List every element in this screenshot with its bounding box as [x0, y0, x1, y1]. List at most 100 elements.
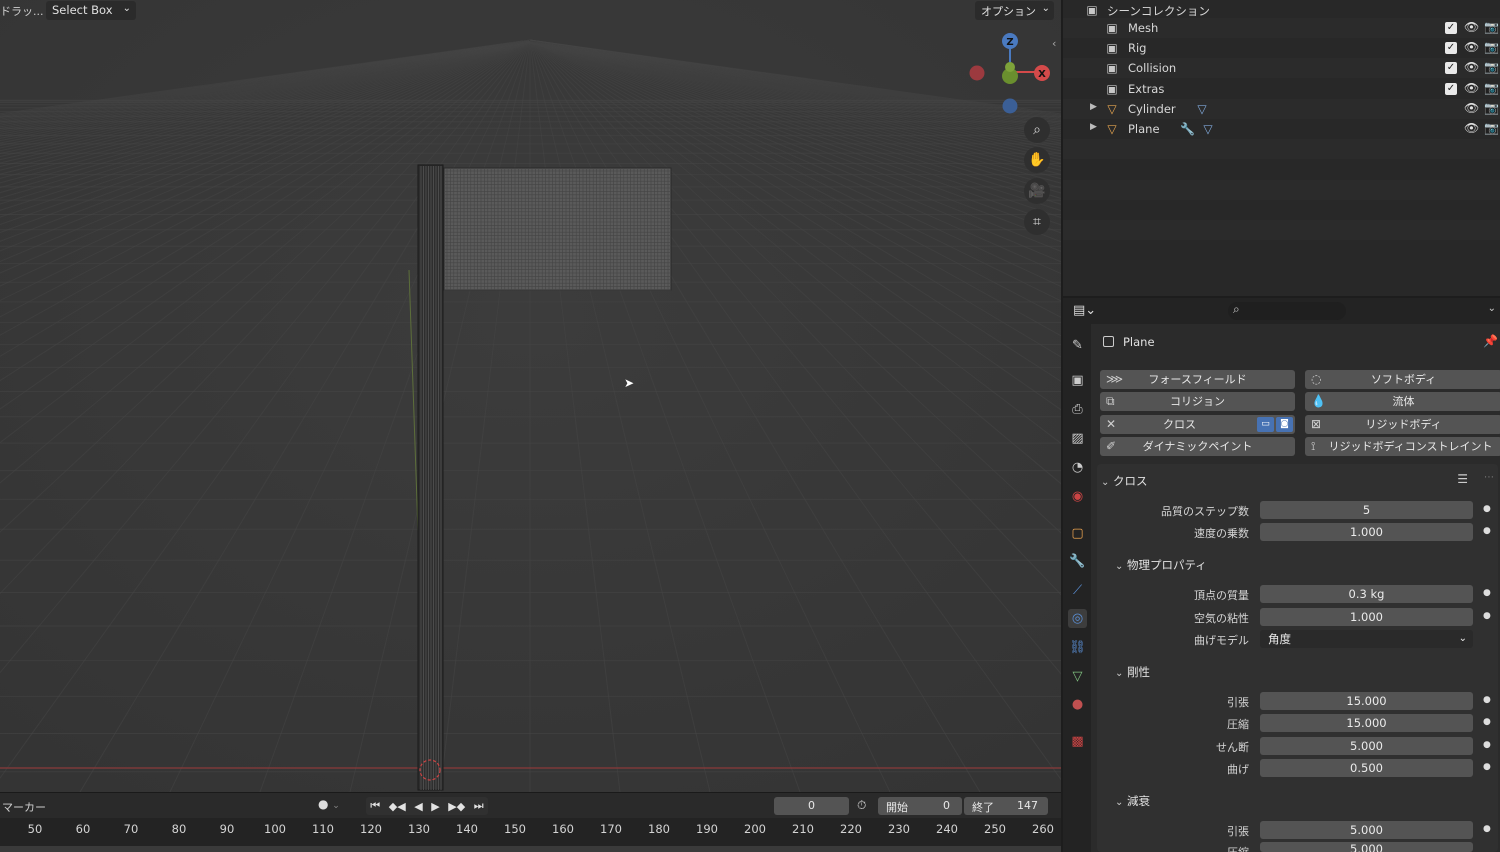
camera-icon[interactable]: 📷 — [1484, 121, 1499, 135]
dynamic-paint-button[interactable]: ✐ ダイナミックペイント — [1100, 437, 1295, 456]
physics-icon[interactable]: ◎ — [1068, 609, 1087, 628]
world-icon[interactable]: ◉ — [1068, 487, 1087, 506]
outliner-item-rig[interactable]: ▣ Rig ✓ 👁 📷 — [1063, 38, 1500, 58]
eye-icon[interactable]: 👁 — [1464, 60, 1479, 74]
close-icon[interactable]: ✕ — [1106, 415, 1116, 434]
navigation-gizmo[interactable]: Z X — [965, 30, 1055, 120]
exclude-checkbox[interactable]: ✓ — [1445, 22, 1457, 34]
texture-icon[interactable]: ▩ — [1068, 732, 1087, 751]
expand-arrow-icon[interactable]: ▶ — [1090, 122, 1097, 132]
chevron-down-icon[interactable]: ⌄ — [1488, 303, 1496, 314]
3d-viewport[interactable]: ドラッ... Select Box ⌄ オプション ⌄ ‹ Z X ⌕ ✋ 🎥 … — [0, 0, 1061, 792]
compression-stiffness-field[interactable]: 15.000 — [1260, 714, 1473, 732]
material-icon[interactable]: ● — [1068, 695, 1087, 714]
drag-grip-icon[interactable]: ⋯ — [1484, 472, 1494, 483]
stopwatch-icon[interactable]: ⏱ — [857, 798, 866, 813]
prev-keyframe-icon[interactable]: ◆◀ — [389, 800, 406, 813]
expand-arrow-icon[interactable]: ▶ — [1090, 102, 1097, 112]
camera-icon[interactable]: 🎥 — [1024, 178, 1050, 204]
cloth-panel-header[interactable]: ⌄ クロス — [1101, 473, 1148, 489]
outliner-item-plane[interactable]: ▶ ▽ Plane 🔧 ▽ 👁 📷 — [1063, 119, 1500, 139]
camera-icon[interactable]: 📷 — [1484, 60, 1499, 74]
scene-collection-row[interactable]: ▣ シーンコレクション — [1063, 0, 1500, 20]
keyframe-dot-icon[interactable]: ● — [1483, 611, 1491, 621]
options-dropdown[interactable]: オプション ⌄ — [975, 1, 1054, 20]
marker-menu[interactable]: マーカー — [2, 799, 46, 815]
select-mode-dropdown[interactable]: Select Box ⌄ — [46, 1, 136, 20]
damping-compression-field[interactable]: 5.000 — [1260, 842, 1473, 852]
data-icon[interactable]: ▽ — [1068, 667, 1087, 686]
current-frame-field[interactable]: 0 — [774, 797, 849, 815]
camera-icon[interactable]: 📷 — [1484, 40, 1499, 54]
bending-model-select[interactable]: 角度 ⌄ — [1260, 630, 1473, 648]
eye-icon[interactable]: 👁 — [1464, 20, 1479, 34]
quality-steps-field[interactable]: 5 — [1260, 501, 1473, 519]
damping-header[interactable]: ⌄ 減衰 — [1115, 793, 1150, 809]
tool-icon[interactable]: ✎ — [1068, 336, 1087, 355]
rigid-body-constraint-button[interactable]: ⟟ リジッドボディコンストレイント — [1305, 437, 1500, 456]
outliner-item-extras[interactable]: ▣ Extras ✓ 👁 📷 — [1063, 79, 1500, 99]
camera-icon[interactable]: 📷 — [1484, 20, 1499, 34]
grid-icon[interactable]: ⌗ — [1024, 209, 1050, 235]
jump-end-icon[interactable]: ⏭ — [474, 799, 484, 813]
timeline-scrollbar[interactable] — [0, 846, 1061, 852]
modifier-icon[interactable]: 🔧 — [1068, 552, 1087, 571]
scene-icon[interactable]: ◔ — [1068, 458, 1087, 477]
play-icon[interactable]: ▶ — [431, 800, 439, 813]
keyframe-dot-icon[interactable]: ● — [1483, 588, 1491, 598]
keyframe-dot-icon[interactable]: ● — [1483, 717, 1491, 727]
search-input[interactable]: ⌕ — [1228, 302, 1346, 320]
exclude-checkbox[interactable]: ✓ — [1445, 83, 1457, 95]
view-layer-icon[interactable]: ▨ — [1068, 429, 1087, 448]
outliner[interactable]: ▣ シーンコレクション ▣ Mesh ✓ 👁 📷 ▣ Rig ✓ 👁 📷 ▣ C… — [1063, 0, 1500, 296]
keyframe-dot-icon[interactable]: ● — [1483, 740, 1491, 750]
end-frame-field[interactable]: 終了 147 — [964, 797, 1048, 815]
fluid-button[interactable]: 💧 流体 — [1305, 392, 1500, 411]
editor-type-icon[interactable]: ▤⌄ — [1073, 303, 1096, 318]
bending-stiffness-field[interactable]: 0.500 — [1260, 759, 1473, 777]
wrench-icon[interactable]: 🔧 — [1180, 122, 1195, 136]
timeline[interactable]: マーカー ● ⌄ ⏮ ◆◀ ◀ ▶ ▶◆ ⏭ 0 ⏱ 開始 0 終了 147 5… — [0, 792, 1061, 852]
camera-icon[interactable]: 📷 — [1484, 101, 1499, 115]
eye-icon[interactable]: 👁 — [1464, 40, 1479, 54]
monitor-icon[interactable]: ▭ — [1257, 417, 1274, 432]
outliner-item-cylinder[interactable]: ▶ ▽ Cylinder ▽ 👁 📷 — [1063, 99, 1500, 119]
cloth-button[interactable]: ✕ クロス ▭ ◙ — [1100, 415, 1295, 434]
tension-stiffness-field[interactable]: 15.000 — [1260, 692, 1473, 710]
soft-body-button[interactable]: ◌ ソフトボディ — [1305, 370, 1500, 389]
speed-multiplier-field[interactable]: 1.000 — [1260, 523, 1473, 541]
keyframe-dot-icon[interactable]: ● — [1483, 526, 1491, 536]
force-field-button[interactable]: ⋙ フォースフィールド — [1100, 370, 1295, 389]
mesh-data-icon[interactable]: ▽ — [1195, 102, 1209, 116]
keyframe-dot-icon[interactable]: ● — [1483, 762, 1491, 772]
play-reverse-icon[interactable]: ◀ — [414, 800, 422, 813]
properties-editor[interactable]: ▤⌄ ⌕ ⌄ ✎ ▣ ⎙ ▨ ◔ ◉ ▢ 🔧 ⟋ ◎ ⛓ ▽ ● ▩ Plane… — [1063, 298, 1500, 852]
camera-icon[interactable]: 📷 — [1484, 81, 1499, 95]
record-button[interactable]: ● ⌄ — [318, 797, 356, 815]
outliner-item-collision[interactable]: ▣ Collision ✓ 👁 📷 — [1063, 58, 1500, 78]
start-frame-field[interactable]: 開始 0 — [878, 797, 962, 815]
particles-icon[interactable]: ⟋ — [1068, 581, 1087, 600]
camera-icon[interactable]: ◙ — [1276, 417, 1293, 432]
output-icon[interactable]: ⎙ — [1068, 400, 1087, 419]
object-icon[interactable]: ▢ — [1068, 524, 1087, 543]
presets-list-icon[interactable]: ☰ — [1457, 472, 1468, 486]
vertex-mass-field[interactable]: 0.3 kg — [1260, 585, 1473, 603]
physical-properties-header[interactable]: ⌄ 物理プロパティ — [1115, 557, 1207, 573]
keyframe-dot-icon[interactable]: ● — [1483, 695, 1491, 705]
pin-icon[interactable]: 📌 — [1483, 334, 1498, 348]
hand-icon[interactable]: ✋ — [1024, 147, 1050, 173]
eye-icon[interactable]: 👁 — [1464, 121, 1479, 135]
render-icon[interactable]: ▣ — [1068, 371, 1087, 390]
rigid-body-button[interactable]: ⊠ リジッドボディ — [1305, 415, 1500, 434]
collision-button[interactable]: ⧉ コリジョン — [1100, 392, 1295, 411]
zoom-icon[interactable]: ⌕ — [1024, 117, 1050, 143]
constraints-icon[interactable]: ⛓ — [1068, 638, 1087, 657]
mesh-data-icon[interactable]: ▽ — [1201, 122, 1215, 136]
keyframe-dot-icon[interactable]: ● — [1483, 824, 1491, 834]
jump-start-icon[interactable]: ⏮ — [370, 799, 380, 813]
air-viscosity-field[interactable]: 1.000 — [1260, 608, 1473, 626]
outliner-item-mesh[interactable]: ▣ Mesh ✓ 👁 📷 — [1063, 18, 1500, 38]
next-keyframe-icon[interactable]: ▶◆ — [448, 800, 465, 813]
exclude-checkbox[interactable]: ✓ — [1445, 42, 1457, 54]
